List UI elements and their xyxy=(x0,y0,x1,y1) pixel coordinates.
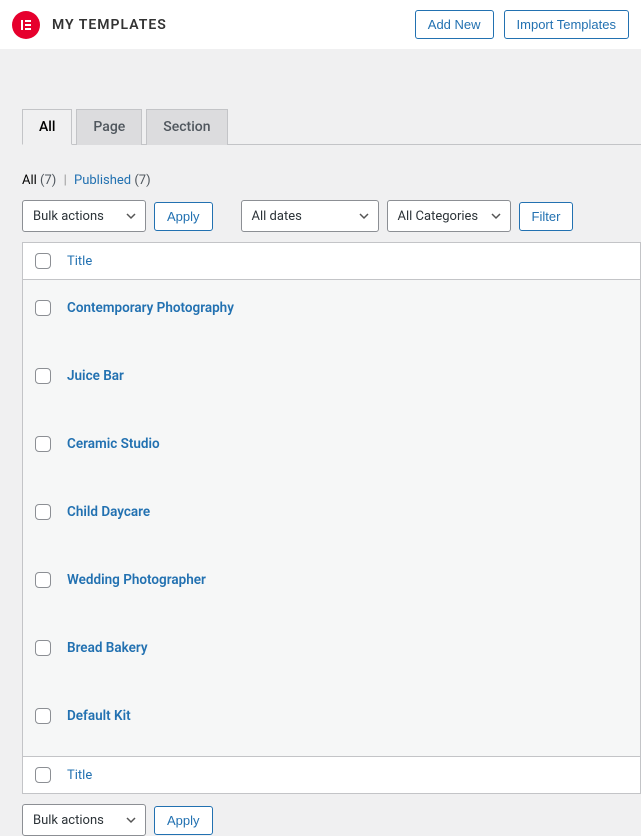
row-checkbox[interactable] xyxy=(35,708,51,724)
template-title-link[interactable]: Default Kit xyxy=(67,708,131,724)
template-title-link[interactable]: Child Daycare xyxy=(67,504,150,520)
bulk-actions-select[interactable]: Bulk actions xyxy=(22,804,146,836)
tab-page[interactable]: Page xyxy=(76,109,142,145)
table-row: Wedding Photographer xyxy=(23,552,640,620)
apply-bulk-button[interactable]: Apply xyxy=(154,202,213,231)
row-checkbox[interactable] xyxy=(35,300,51,316)
template-title-link[interactable]: Contemporary Photography xyxy=(67,300,234,316)
separator: | xyxy=(64,173,67,188)
import-templates-button[interactable]: Import Templates xyxy=(504,10,629,39)
bulk-actions-value: Bulk actions xyxy=(33,209,104,224)
filter-button[interactable]: Filter xyxy=(519,202,574,231)
row-checkbox[interactable] xyxy=(35,572,51,588)
template-title-link[interactable]: Bread Bakery xyxy=(67,640,148,656)
status-all-count: (7) xyxy=(40,173,56,188)
page-title: My Templates xyxy=(50,17,167,33)
table-row: Ceramic Studio xyxy=(23,416,640,484)
table-row: Child Daycare xyxy=(23,484,640,552)
date-filter-select[interactable]: All dates xyxy=(241,200,379,232)
chevron-down-icon xyxy=(125,814,137,826)
add-new-button[interactable]: Add New xyxy=(415,10,494,39)
status-all-label[interactable]: All xyxy=(22,173,37,188)
row-checkbox[interactable] xyxy=(35,436,51,452)
template-title-link[interactable]: Ceramic Studio xyxy=(67,436,160,452)
row-checkbox[interactable] xyxy=(35,640,51,656)
top-controls: Bulk actions Apply All dates All Categor… xyxy=(22,200,641,232)
status-filter: All (7) | Published (7) xyxy=(22,173,641,188)
template-title-link[interactable]: Juice Bar xyxy=(67,368,124,384)
table-row: Default Kit xyxy=(23,688,640,756)
table-row: Juice Bar xyxy=(23,348,640,416)
template-title-link[interactable]: Wedding Photographer xyxy=(67,572,206,588)
top-bar: My Templates Add New Import Templates xyxy=(0,0,641,49)
status-published-link[interactable]: Published xyxy=(74,173,131,188)
bulk-actions-select[interactable]: Bulk actions xyxy=(22,200,146,232)
tab-section[interactable]: Section xyxy=(146,109,227,145)
templates-table: Title Contemporary Photography Juice Bar… xyxy=(22,242,641,794)
chevron-down-icon xyxy=(125,210,137,222)
table-row: Contemporary Photography xyxy=(23,280,640,348)
tab-all[interactable]: All xyxy=(22,109,72,145)
select-all-checkbox[interactable] xyxy=(35,253,51,269)
category-filter-select[interactable]: All Categories xyxy=(387,200,511,232)
row-checkbox[interactable] xyxy=(35,504,51,520)
select-all-checkbox[interactable] xyxy=(35,767,51,783)
bottom-controls: Bulk actions Apply xyxy=(22,804,641,836)
elementor-logo-icon xyxy=(12,11,40,39)
content-area: All Page Section All (7) | Published (7)… xyxy=(0,49,641,836)
apply-bulk-button[interactable]: Apply xyxy=(154,806,213,835)
row-checkbox[interactable] xyxy=(35,368,51,384)
chevron-down-icon xyxy=(358,210,370,222)
bulk-actions-value: Bulk actions xyxy=(33,813,104,828)
column-header-title[interactable]: Title xyxy=(67,768,92,783)
type-tabs: All Page Section xyxy=(22,109,641,145)
status-published-count: (7) xyxy=(134,173,150,188)
table-footer: Title xyxy=(23,756,640,793)
date-filter-value: All dates xyxy=(252,209,302,224)
table-row: Bread Bakery xyxy=(23,620,640,688)
column-header-title[interactable]: Title xyxy=(67,254,92,269)
chevron-down-icon xyxy=(490,210,502,222)
category-filter-value: All Categories xyxy=(398,209,479,224)
table-header: Title xyxy=(23,243,640,280)
